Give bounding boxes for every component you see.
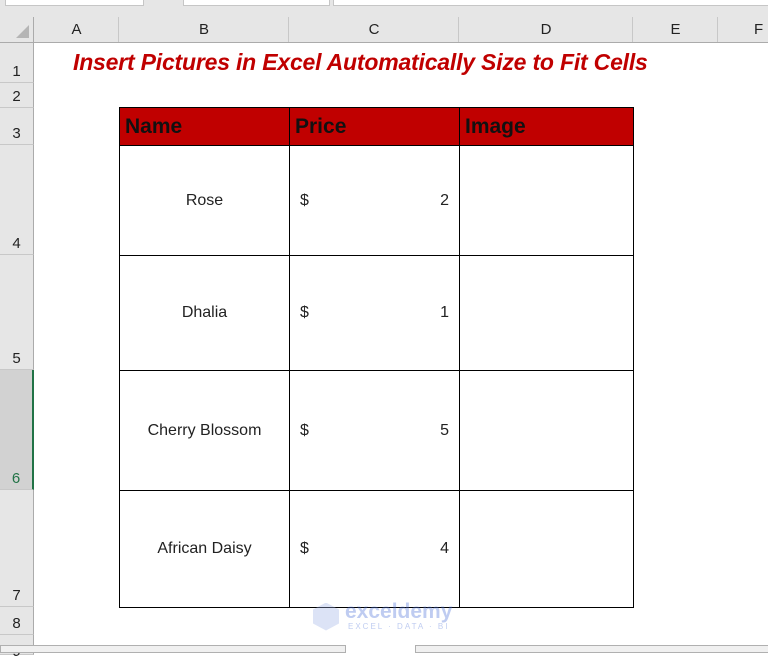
price-cell[interactable]: $4	[289, 490, 460, 608]
exceldemy-logo-icon	[313, 602, 339, 631]
row-header-7[interactable]: 7	[0, 490, 34, 607]
column-header-d[interactable]: D	[459, 17, 633, 43]
row-label: 7	[12, 587, 21, 604]
table-row: Rose $2	[119, 145, 634, 256]
row-label: 5	[12, 350, 21, 367]
price-value: 2	[440, 191, 449, 209]
header-image[interactable]: Image	[459, 107, 634, 146]
row-header-5[interactable]: 5	[0, 255, 34, 370]
image-cell[interactable]	[459, 490, 634, 608]
sheet-tabs-area[interactable]	[0, 645, 346, 653]
price-value: 1	[440, 304, 449, 321]
sheet-title: Insert Pictures in Excel Automatically S…	[73, 49, 648, 75]
currency-symbol: $	[300, 540, 309, 557]
watermark-brand: exceldemy	[345, 600, 453, 623]
currency-symbol: $	[300, 421, 309, 439]
row-label: 3	[12, 125, 21, 142]
column-header-e[interactable]: E	[633, 17, 718, 43]
name-cell[interactable]: Cherry Blossom	[119, 370, 290, 491]
select-all-triangle-icon	[16, 25, 29, 38]
price-cell[interactable]: $2	[289, 145, 460, 256]
name-cell[interactable]: Dhalia	[119, 255, 290, 371]
row-label: 4	[12, 235, 21, 252]
column-header-a[interactable]: A	[34, 17, 119, 43]
column-label: D	[540, 21, 552, 38]
table-header-row: Name Price Image	[119, 107, 634, 146]
column-header-b[interactable]: B	[119, 17, 289, 43]
name-box[interactable]	[5, 0, 144, 6]
row-header-4[interactable]: 4	[0, 145, 34, 255]
column-header-c[interactable]: C	[289, 17, 459, 43]
name-cell[interactable]: Rose	[119, 145, 290, 256]
currency-symbol: $	[300, 304, 309, 321]
watermark-tagline: EXCEL · DATA · BI	[348, 622, 450, 631]
row-header-1[interactable]: 1	[0, 43, 34, 83]
image-cell[interactable]	[459, 370, 634, 491]
function-buttons-area	[183, 0, 330, 6]
header-price[interactable]: Price	[289, 107, 460, 146]
table-row: Cherry Blossom $5	[119, 370, 634, 491]
name-cell[interactable]: African Daisy	[119, 490, 290, 608]
select-all-button[interactable]	[0, 17, 34, 43]
row-header-3[interactable]: 3	[0, 108, 34, 145]
row-label: 8	[12, 615, 21, 632]
table-row: Dhalia $1	[119, 255, 634, 371]
price-value: 5	[440, 421, 449, 439]
price-value: 4	[440, 540, 449, 557]
formula-bar-input[interactable]	[333, 0, 768, 6]
column-label: A	[71, 21, 82, 38]
exceldemy-watermark: exceldemy EXCEL · DATA · BI	[313, 600, 453, 631]
row-label: 1	[12, 63, 21, 80]
image-cell[interactable]	[459, 255, 634, 371]
row-label: 2	[12, 88, 21, 105]
column-label: B	[198, 21, 209, 38]
header-name[interactable]: Name	[119, 107, 290, 146]
currency-symbol: $	[300, 191, 309, 209]
row-header-8[interactable]: 8	[0, 607, 34, 635]
column-header-f[interactable]: F	[718, 17, 768, 43]
row-header-6[interactable]: 6	[0, 370, 34, 490]
image-cell[interactable]	[459, 145, 634, 256]
column-label: E	[670, 21, 681, 38]
table-row: African Daisy $4	[119, 490, 634, 608]
price-cell[interactable]: $1	[289, 255, 460, 371]
data-table: Name Price Image Rose $2 Dhalia $1 Cherr…	[119, 107, 634, 608]
row-header-2[interactable]: 2	[0, 83, 34, 108]
column-label: C	[368, 21, 380, 38]
horizontal-scrollbar[interactable]	[415, 645, 768, 653]
formula-bar-area	[0, 0, 768, 17]
price-cell[interactable]: $5	[289, 370, 460, 491]
column-label: F	[754, 21, 764, 38]
row-label: 6	[11, 470, 21, 487]
